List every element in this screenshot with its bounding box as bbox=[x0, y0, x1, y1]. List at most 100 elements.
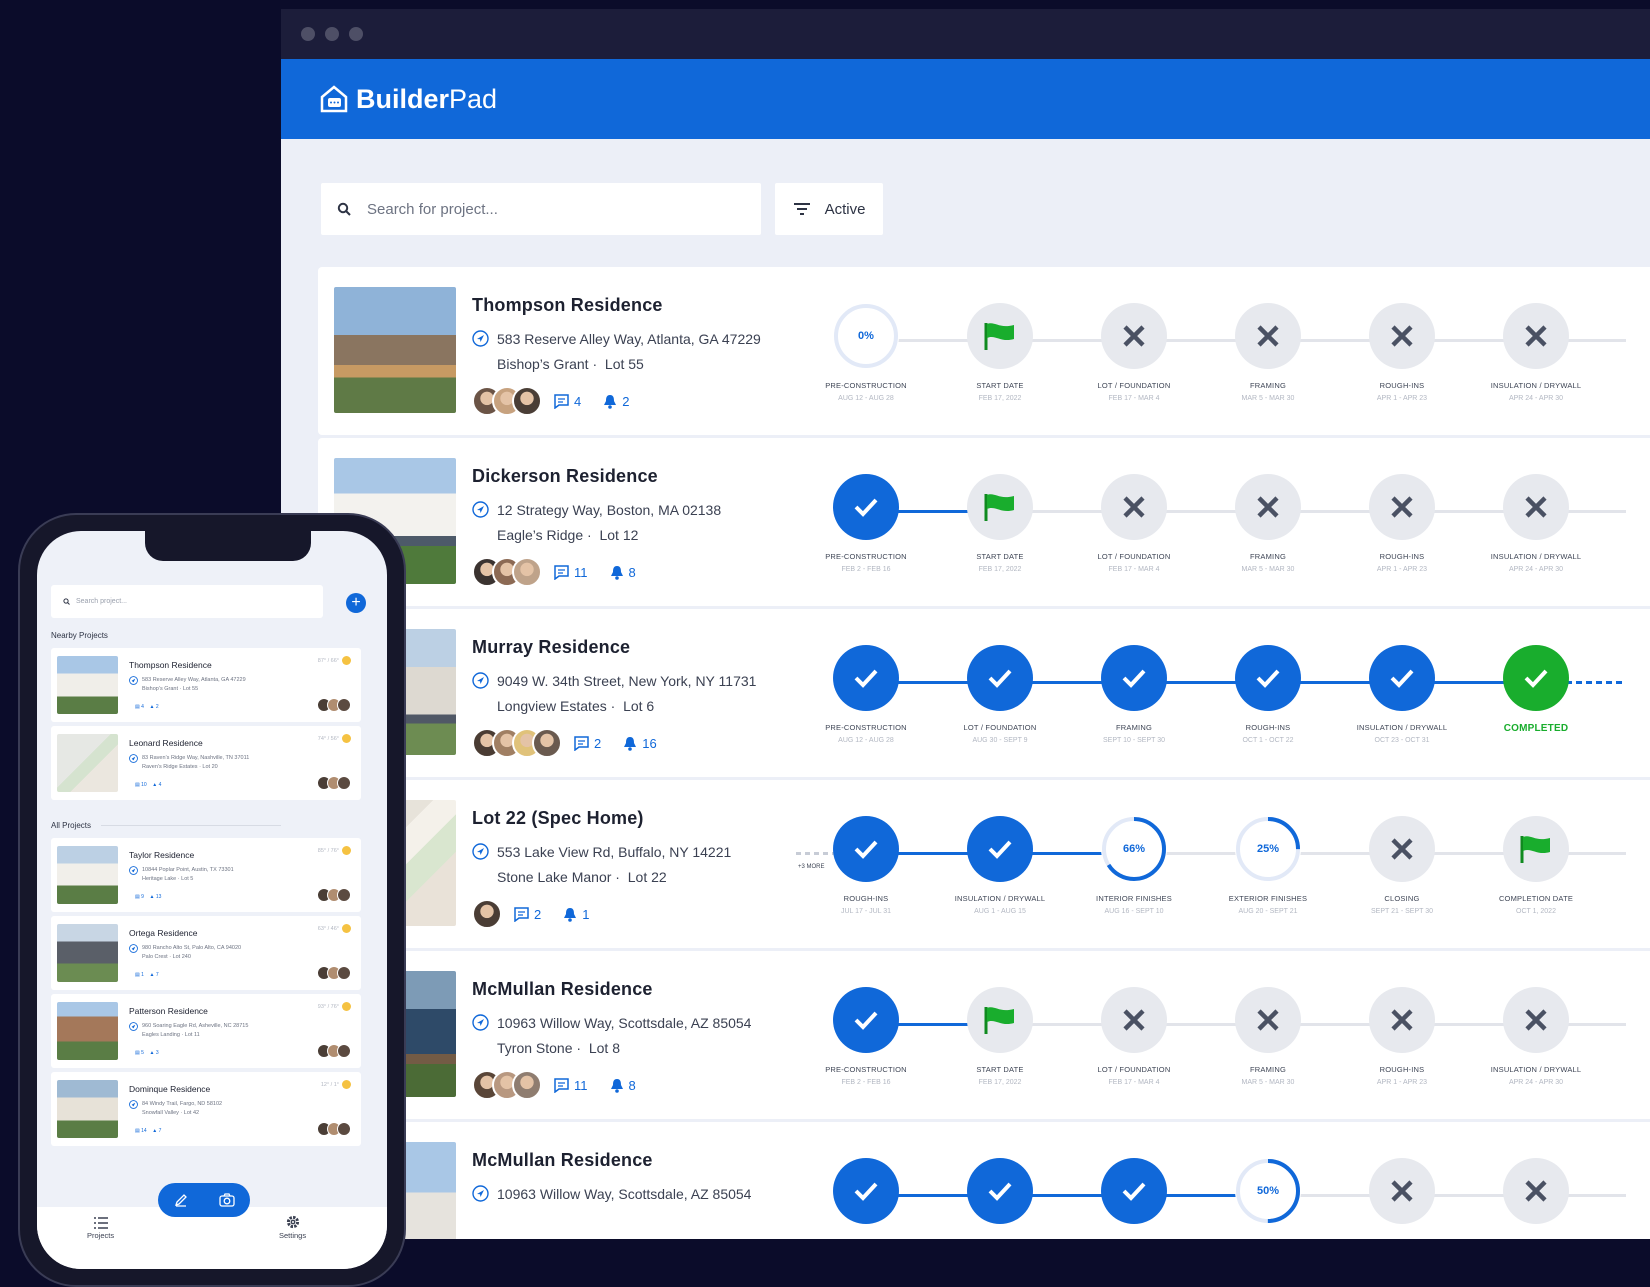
milestone-status bbox=[1101, 474, 1167, 540]
temperature-text: 87° / 66° bbox=[317, 657, 339, 664]
builderpad-logo[interactable]: BuilderPad bbox=[318, 83, 497, 115]
mobile-project-card[interactable]: Taylor Residence 10844 Poplar Point, Aust… bbox=[51, 838, 361, 912]
tab-settings[interactable]: Settings bbox=[279, 1215, 306, 1240]
milestone-step[interactable]: ROUGH-INS OCT 1 - OCT 22 bbox=[1203, 645, 1333, 744]
milestone-step[interactable]: FRAMING MAR 5 - MAR 30 bbox=[1203, 474, 1333, 573]
mobile-address-line: 84 Windy Trail, Fargo, ND 58102 bbox=[142, 1101, 223, 1107]
mobile-project-card[interactable]: Patterson Residence 960 Soaring Eagle Rd,… bbox=[51, 994, 361, 1068]
project-name[interactable]: McMullan Residence bbox=[472, 1150, 802, 1171]
milestone-step[interactable]: ROUGH-INS APR 1 - APR 23 bbox=[1337, 303, 1467, 402]
milestone-label: CLOSING bbox=[1384, 894, 1420, 903]
milestone-step[interactable]: INSULATION / DRYWALL AUG 1 - AUG 15 bbox=[935, 816, 1065, 915]
mobile-project-card[interactable]: Leonard Residence 83 Raven’s Ridge Way, N… bbox=[51, 726, 361, 800]
milestone-step[interactable]: FRAMING SEPT 10 - SEPT 30 bbox=[1069, 645, 1199, 744]
milestone-label: LOT / FOUNDATION bbox=[963, 723, 1037, 732]
milestone-step[interactable]: INSULATION / DRYWALL APR 24 - APR 30 bbox=[1471, 303, 1601, 402]
milestone-step[interactable]: PRE-CONSTRUCTION FEB 2 - FEB 16 bbox=[801, 474, 931, 573]
alerts-count[interactable]: 2 bbox=[603, 394, 629, 409]
window-titlebar bbox=[281, 9, 1650, 59]
milestone-step[interactable]: 66% INTERIOR FINISHES AUG 16 - SEPT 10 bbox=[1069, 816, 1199, 915]
chat-icon: ▤ bbox=[135, 972, 140, 978]
milestone-step[interactable]: ROUGH-INS APR 1 - APR 23 bbox=[1337, 987, 1467, 1086]
milestone-step[interactable] bbox=[801, 1158, 931, 1236]
milestone-step[interactable] bbox=[1337, 1158, 1467, 1236]
temperature-text: 74° / 56° bbox=[317, 735, 339, 742]
messages-count[interactable]: 2 bbox=[574, 736, 601, 751]
milestone-step[interactable]: 50% bbox=[1203, 1158, 1333, 1236]
milestone-dates: MAR 5 - MAR 30 bbox=[1241, 395, 1295, 402]
mobile-address-line: 10844 Poplar Point, Austin, TX 73301 bbox=[142, 867, 234, 873]
messages-count[interactable]: 4 bbox=[554, 394, 581, 409]
project-card[interactable]: McMullan Residence 10963 Willow Way, Scot… bbox=[318, 1122, 1650, 1239]
mobile-alerts-value: 13 bbox=[155, 894, 162, 900]
mobile-alerts-value: 7 bbox=[158, 1128, 162, 1134]
milestone-step[interactable]: INSULATION / DRYWALL APR 24 - APR 30 bbox=[1471, 987, 1601, 1086]
mobile-project-card[interactable]: Ortega Residence 980 Rancho Alto St, Palo… bbox=[51, 916, 361, 990]
project-card[interactable]: Thompson Residence 583 Reserve Alley Way,… bbox=[318, 267, 1650, 435]
alerts-count[interactable]: 8 bbox=[610, 1078, 636, 1093]
messages-count[interactable]: 11 bbox=[554, 1078, 588, 1093]
milestone-step[interactable]: PRE-CONSTRUCTION AUG 12 - AUG 28 bbox=[801, 645, 931, 744]
alerts-count[interactable]: 8 bbox=[610, 565, 636, 580]
project-name[interactable]: Thompson Residence bbox=[472, 295, 802, 316]
project-name[interactable]: Murray Residence bbox=[472, 637, 802, 658]
tab-projects[interactable]: Projects bbox=[87, 1217, 114, 1240]
milestone-step[interactable] bbox=[935, 1158, 1065, 1236]
team-avatars[interactable] bbox=[472, 728, 562, 758]
milestone-status bbox=[833, 1158, 899, 1224]
milestone-step[interactable]: START DATE FEB 17, 2022 bbox=[935, 303, 1065, 402]
milestone-step[interactable] bbox=[1069, 1158, 1199, 1236]
mobile-project-card[interactable]: Dominque Residence 84 Windy Trail, Fargo,… bbox=[51, 1072, 361, 1146]
add-project-icon[interactable]: + bbox=[346, 593, 366, 613]
edit-icon[interactable] bbox=[174, 1193, 188, 1207]
project-search-input[interactable]: Search for project... bbox=[321, 183, 761, 235]
team-avatars[interactable] bbox=[472, 1070, 542, 1100]
milestone-step[interactable]: ROUGH-INS JUL 17 - JUL 31 bbox=[801, 816, 931, 915]
milestone-step[interactable]: START DATE FEB 17, 2022 bbox=[935, 474, 1065, 573]
milestone-status: 25% bbox=[1235, 816, 1301, 882]
milestone-step[interactable]: START DATE FEB 17, 2022 bbox=[935, 987, 1065, 1086]
milestone-step[interactable]: LOT / FOUNDATION FEB 17 - MAR 4 bbox=[1069, 987, 1199, 1086]
milestone-step[interactable]: LOT / FOUNDATION FEB 17 - MAR 4 bbox=[1069, 474, 1199, 573]
mobile-project-card[interactable]: Thompson Residence 583 Reserve Alley Way,… bbox=[51, 648, 361, 722]
team-avatars[interactable] bbox=[472, 557, 542, 587]
project-card[interactable]: McMullan Residence 10963 Willow Way, Scot… bbox=[318, 951, 1650, 1119]
project-card[interactable]: Murray Residence 9049 W. 34th Street, New… bbox=[318, 609, 1650, 777]
camera-icon[interactable] bbox=[218, 1193, 235, 1207]
mobile-search-input[interactable]: Search project... bbox=[51, 585, 323, 618]
milestone-step[interactable]: INSULATION / DRYWALL OCT 23 - OCT 31 bbox=[1337, 645, 1467, 744]
milestone-step[interactable]: CLOSING SEPT 21 - SEPT 30 bbox=[1337, 816, 1467, 915]
team-avatars[interactable] bbox=[472, 899, 502, 929]
mobile-project-name: Leonard Residence bbox=[129, 738, 203, 748]
close-window-dot[interactable] bbox=[301, 27, 315, 41]
milestone-label: ROUGH-INS bbox=[1379, 552, 1425, 561]
milestone-step[interactable]: 0% PRE-CONSTRUCTION AUG 12 - AUG 28 bbox=[801, 303, 931, 402]
status-filter-button[interactable]: Active bbox=[775, 183, 883, 235]
milestone-step[interactable]: INSULATION / DRYWALL APR 24 - APR 30 bbox=[1471, 474, 1601, 573]
project-card[interactable]: Lot 22 (Spec Home) 553 Lake View Rd, Buff… bbox=[318, 780, 1650, 948]
milestone-timeline: 50% bbox=[826, 1122, 1650, 1239]
project-name[interactable]: Lot 22 (Spec Home) bbox=[472, 808, 802, 829]
messages-count[interactable]: 2 bbox=[514, 907, 541, 922]
milestone-status bbox=[967, 816, 1033, 882]
project-name[interactable]: Dickerson Residence bbox=[472, 466, 802, 487]
milestone-step[interactable]: LOT / FOUNDATION AUG 30 - SEPT 9 bbox=[935, 645, 1065, 744]
messages-count[interactable]: 11 bbox=[554, 565, 588, 580]
maximize-window-dot[interactable] bbox=[349, 27, 363, 41]
milestone-step[interactable]: PRE-CONSTRUCTION FEB 2 - FEB 16 bbox=[801, 987, 931, 1086]
milestone-step[interactable] bbox=[1471, 1158, 1601, 1236]
project-name[interactable]: McMullan Residence bbox=[472, 979, 802, 1000]
minimize-window-dot[interactable] bbox=[325, 27, 339, 41]
alerts-count[interactable]: 16 bbox=[623, 736, 657, 751]
team-avatars[interactable] bbox=[472, 386, 542, 416]
milestone-step[interactable]: FRAMING MAR 5 - MAR 30 bbox=[1203, 303, 1333, 402]
milestone-step[interactable]: FRAMING MAR 5 - MAR 30 bbox=[1203, 987, 1333, 1086]
alerts-count[interactable]: 1 bbox=[563, 907, 589, 922]
milestone-status bbox=[1369, 1158, 1435, 1224]
milestone-step[interactable]: LOT / FOUNDATION FEB 17 - MAR 4 bbox=[1069, 303, 1199, 402]
milestone-step[interactable]: 25% EXTERIOR FINISHES AUG 20 - SEPT 21 bbox=[1203, 816, 1333, 915]
project-card[interactable]: Dickerson Residence 12 Strategy Way, Bost… bbox=[318, 438, 1650, 606]
milestone-step[interactable]: COMPLETED bbox=[1471, 645, 1601, 739]
milestone-step[interactable]: ROUGH-INS APR 1 - APR 23 bbox=[1337, 474, 1467, 573]
milestone-step[interactable]: COMPLETION DATE OCT 1, 2022 bbox=[1471, 816, 1601, 915]
